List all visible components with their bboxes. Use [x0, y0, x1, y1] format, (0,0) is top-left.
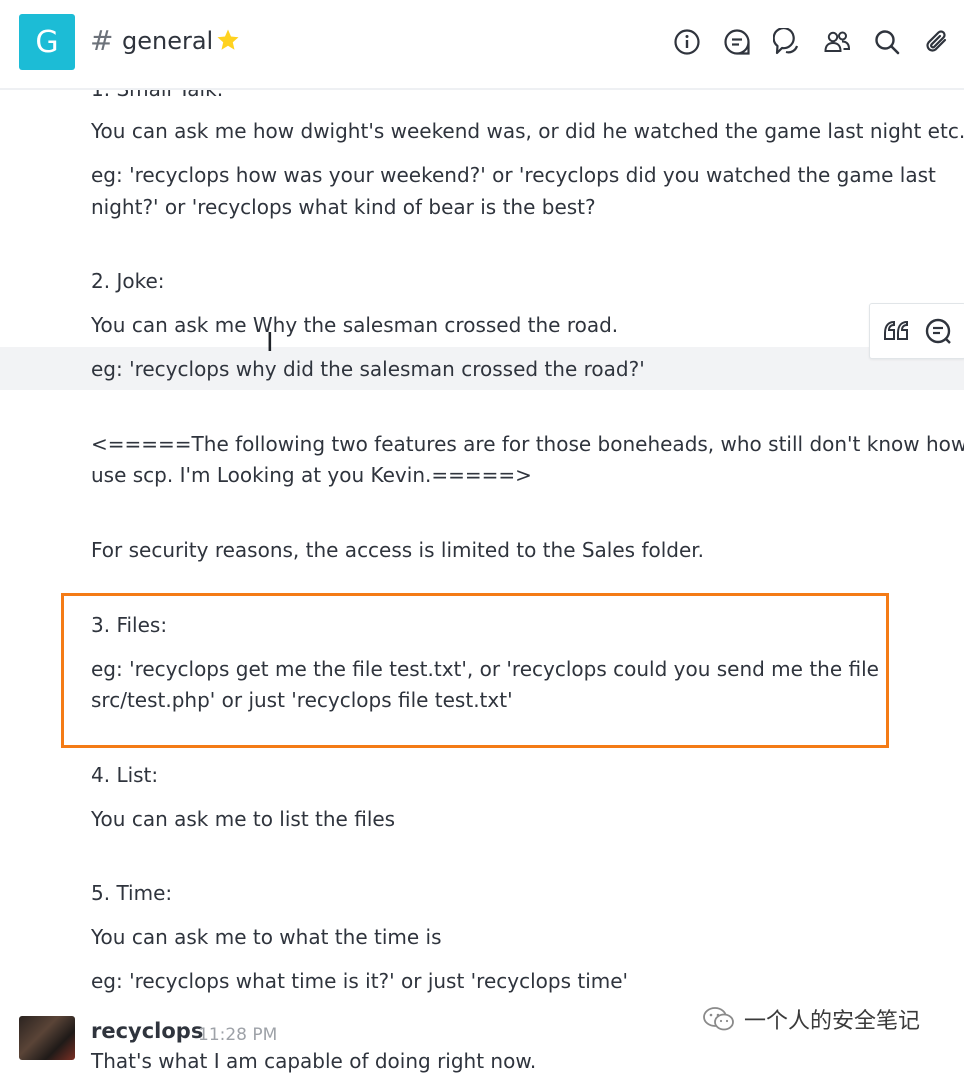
message-line: You can ask me to list the files [91, 807, 396, 831]
threads-icon[interactable] [722, 27, 752, 57]
message-line: You can ask me to what the time is [91, 925, 442, 949]
reply-in-thread-icon[interactable] [924, 317, 952, 345]
message-line: eg: 'recyclops how was your weekend?' or… [91, 163, 936, 187]
quote-icon[interactable] [883, 319, 911, 343]
message-line: For security reasons, the access is limi… [91, 538, 705, 562]
members-icon[interactable] [822, 27, 852, 57]
message-line: You can ask me Why the salesman crossed … [91, 313, 619, 337]
message-line: eg: 'recyclops why did the salesman cros… [91, 357, 645, 381]
room-header: G # general [0, 0, 964, 90]
wechat-icon [703, 1007, 734, 1031]
message-line: 2. Joke: [91, 269, 165, 293]
highlight-box [61, 593, 889, 748]
message-line: night?' or 'recyclops what kind of bear … [91, 195, 596, 219]
message-username[interactable]: recyclops [91, 1016, 203, 1047]
watermark: 一个人的安全笔记 [702, 1003, 920, 1035]
avatar[interactable] [19, 1016, 75, 1060]
discussions-icon[interactable] [772, 27, 802, 57]
message-line: You can ask me how dwight's weekend was,… [91, 119, 964, 143]
message-line: 5. Time: [91, 881, 173, 905]
attachment-icon[interactable] [922, 27, 952, 57]
channel-hash-icon: # [90, 24, 114, 57]
message-line: That's what I am capable of doing right … [91, 1049, 537, 1073]
channel-name: general [122, 27, 214, 55]
header-toolbar [672, 27, 952, 57]
message-line: use scp. I'm Looking at you Kevin.=====> [91, 463, 532, 487]
message-line: 4. List: [91, 763, 159, 787]
search-icon[interactable] [872, 27, 902, 57]
room-avatar[interactable]: G [19, 14, 75, 70]
info-icon[interactable] [672, 27, 702, 57]
favorite-star-icon[interactable] [216, 28, 240, 52]
message-list: 1. Small Talk: You can ask me how dwight… [0, 0, 964, 1073]
message-actions-toolbar [869, 303, 964, 359]
text-cursor-icon: I [266, 328, 274, 358]
message-line: eg: 'recyclops what time is it?' or just… [91, 969, 629, 993]
message-line: <=====The following two features are for… [91, 432, 964, 456]
watermark-text: 一个人的安全笔记 [744, 1009, 921, 1034]
